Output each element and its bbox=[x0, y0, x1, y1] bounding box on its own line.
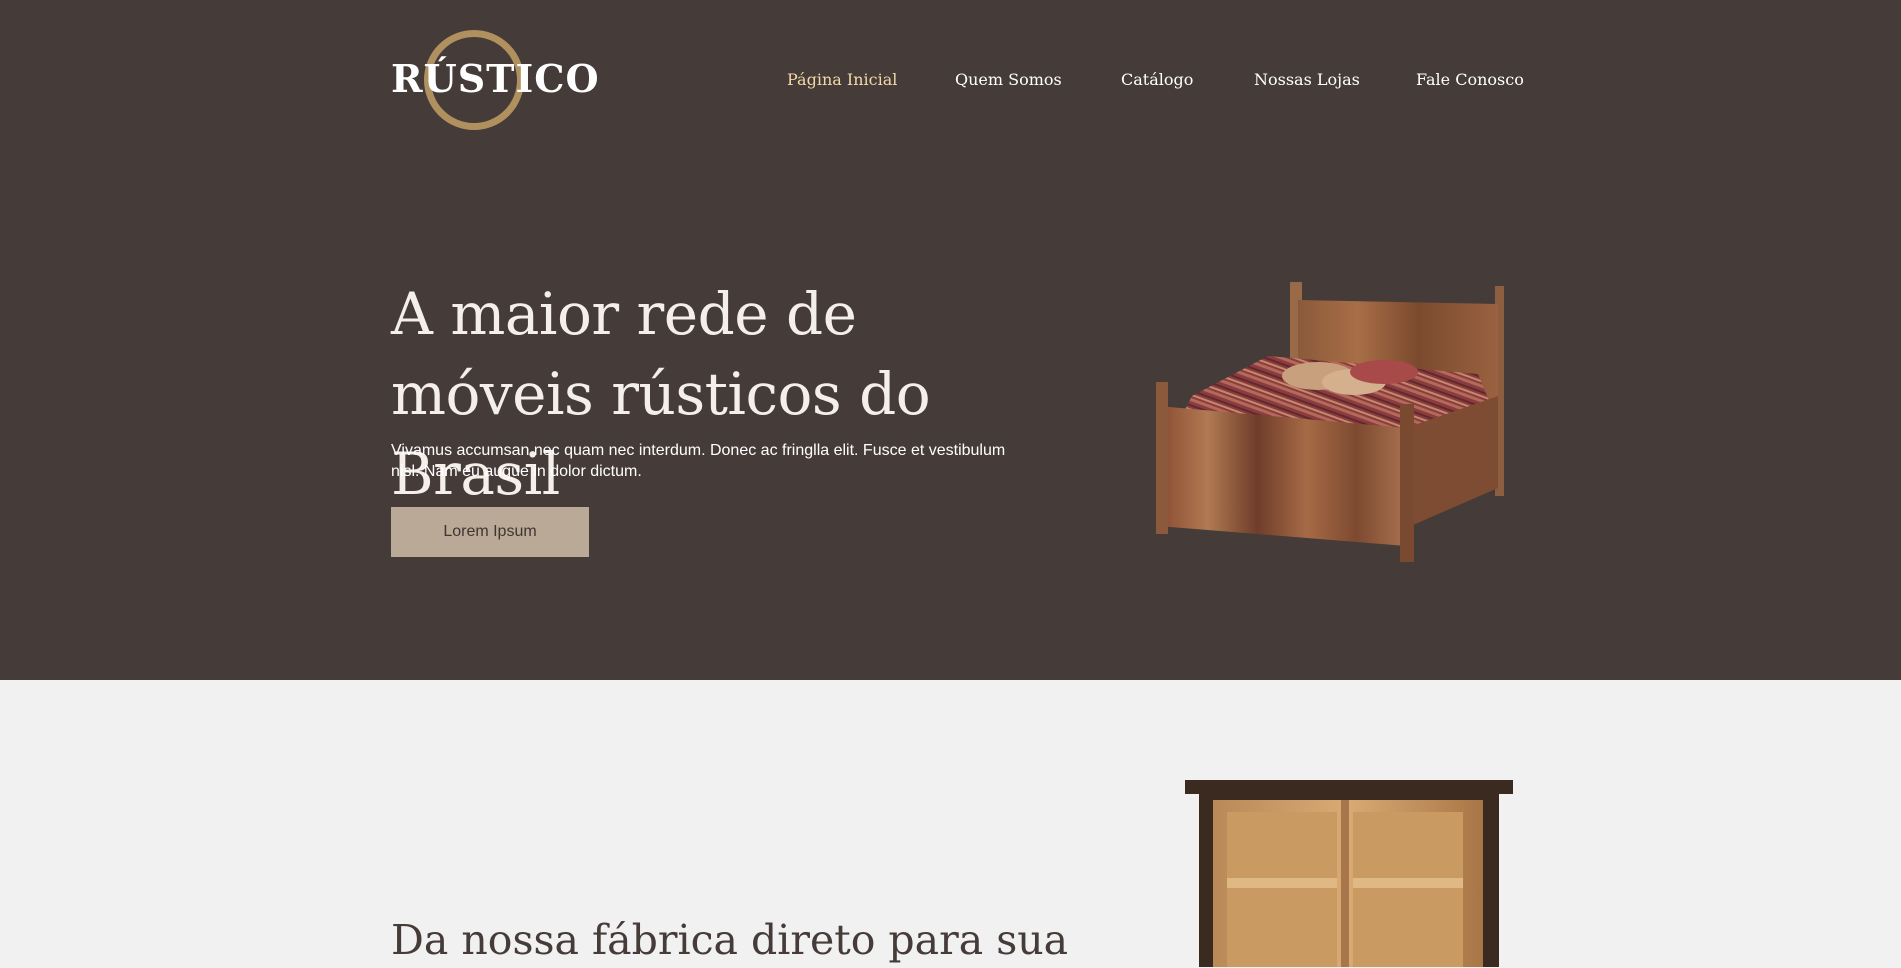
hero-cta-button[interactable]: Lorem Ipsum bbox=[391, 507, 589, 557]
rustic-bed-image bbox=[1156, 282, 1504, 562]
section-title: Da nossa fábrica direto para sua bbox=[391, 916, 1069, 964]
nav-item-fale-conosco[interactable]: Fale Conosco bbox=[1416, 70, 1524, 89]
nav-item-pagina-inicial[interactable]: Página Inicial bbox=[787, 70, 897, 89]
nav-item-catalogo[interactable]: Catálogo bbox=[1121, 70, 1193, 89]
nav-item-quem-somos[interactable]: Quem Somos bbox=[955, 70, 1062, 89]
nav-item-nossas-lojas[interactable]: Nossas Lojas bbox=[1254, 70, 1360, 89]
rustic-cabinet-image bbox=[1185, 780, 1513, 967]
hero-section: RÚSTICO Página Inicial Quem Somos Catálo… bbox=[0, 0, 1901, 680]
main-nav: Página Inicial Quem Somos Catálogo Nossa… bbox=[0, 70, 1901, 94]
hero-description: Vivamus accumsan nec quam nec interdum. … bbox=[391, 442, 1006, 480]
